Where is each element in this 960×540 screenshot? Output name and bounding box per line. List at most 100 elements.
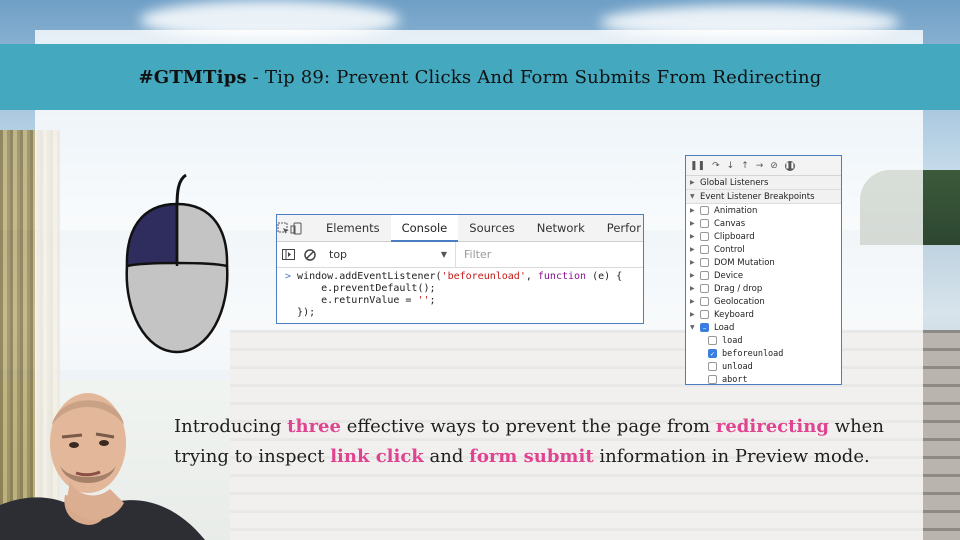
category-item[interactable]: ▶ Control	[686, 243, 841, 256]
code-token: (e) {	[586, 271, 623, 282]
event-checkbox[interactable]	[708, 375, 717, 384]
text-run: Introducing	[174, 416, 288, 437]
category-checkbox[interactable]	[700, 284, 709, 293]
debugger-toolbar: ❚❚ ↷ ↓ ↑ → ⊘ ❚❚	[686, 156, 841, 176]
sidebar-toggle-icon[interactable]	[277, 242, 299, 268]
category-label: Geolocation	[714, 296, 765, 307]
category-label: Canvas	[714, 218, 746, 229]
category-item[interactable]: ▶ Device	[686, 269, 841, 282]
category-label: Control	[714, 244, 745, 255]
code-token: e.returnValue =	[297, 295, 418, 306]
global-listeners-section[interactable]: ▶ Global Listeners	[686, 176, 841, 190]
context-value: top	[329, 248, 348, 261]
code-token: window.addEventListener(	[297, 271, 442, 282]
category-checkbox[interactable]	[700, 219, 709, 228]
expand-arrow-icon: ▶	[690, 246, 695, 253]
text-run: information in Preview mode.	[593, 446, 870, 467]
category-item[interactable]: ▶ Geolocation	[686, 295, 841, 308]
category-checkbox[interactable]	[700, 232, 709, 241]
pause-icon[interactable]: ❚❚	[690, 161, 705, 171]
mouse-body	[125, 261, 229, 354]
tab-performance[interactable]: Perfor	[596, 215, 643, 242]
expand-arrow-icon: ▶	[690, 233, 695, 240]
category-checkbox[interactable]	[700, 245, 709, 254]
category-item[interactable]: ▶ Drag / drop	[686, 282, 841, 295]
console-code: > window.addEventListener('beforeunload'…	[277, 268, 643, 322]
title-banner: #GTMTips - Tip 89: Prevent Clicks And Fo…	[0, 44, 960, 110]
mouse-cable	[175, 173, 187, 208]
dropdown-arrow-icon: ▼	[440, 250, 447, 259]
pause-on-exceptions-icon[interactable]: ❚❚	[784, 160, 795, 171]
clear-console-icon[interactable]	[299, 242, 321, 268]
load-event-item[interactable]: load	[686, 334, 841, 347]
mouse-left-button	[125, 202, 179, 268]
collapse-arrow-icon: ▼	[690, 324, 695, 331]
filter-input[interactable]: Filter	[456, 248, 491, 261]
category-checkbox[interactable]	[700, 206, 709, 215]
device-toggle-icon[interactable]	[290, 215, 303, 242]
load-event-item[interactable]: unload	[686, 360, 841, 373]
title-text: - Tip 89: Prevent Clicks And Form Submit…	[246, 66, 822, 88]
category-item[interactable]: ▶ Animation	[686, 204, 841, 217]
devtools-tabbar: Elements Console Sources Network Perfor	[277, 215, 643, 242]
code-line: });	[297, 307, 316, 318]
mouse-right-button	[175, 202, 229, 268]
category-checkbox[interactable]	[700, 258, 709, 267]
step-icon[interactable]: →	[756, 161, 764, 171]
load-event-item[interactable]: abort	[686, 373, 841, 385]
tab-sources[interactable]: Sources	[458, 215, 526, 242]
code-line: e.preventDefault();	[297, 283, 436, 294]
description-text: Introducing three effective ways to prev…	[174, 412, 914, 472]
collapse-arrow-icon: ▼	[690, 193, 695, 200]
category-checkbox[interactable]	[700, 297, 709, 306]
category-label: Device	[714, 270, 744, 281]
context-selector[interactable]: top ▼	[321, 241, 456, 268]
event-checkbox[interactable]	[708, 362, 717, 371]
category-label: Animation	[714, 205, 758, 216]
category-item[interactable]: ▶ Keyboard	[686, 308, 841, 321]
code-keyword: function	[537, 271, 587, 282]
category-item[interactable]: ▶ Clipboard	[686, 230, 841, 243]
deactivate-breakpoints-icon[interactable]: ⊘	[770, 161, 778, 171]
section-label: Event Listener Breakpoints	[700, 191, 815, 202]
category-label: DOM Mutation	[714, 257, 775, 268]
inspect-element-icon[interactable]	[277, 215, 290, 242]
code-string: 'beforeunload'	[441, 271, 526, 282]
event-label: beforeunload	[722, 348, 784, 359]
category-label: Clipboard	[714, 231, 755, 242]
category-checkbox[interactable]	[700, 310, 709, 319]
event-label: unload	[722, 361, 753, 372]
code-token: ;	[429, 295, 436, 306]
event-listener-breakpoints-section[interactable]: ▼ Event Listener Breakpoints	[686, 190, 841, 204]
breakpoints-panel: ❚❚ ↷ ↓ ↑ → ⊘ ❚❚ ▶ Global Listeners ▼ Eve…	[685, 155, 842, 385]
step-out-icon[interactable]: ↑	[741, 161, 749, 171]
tab-network[interactable]: Network	[526, 215, 596, 242]
highlight-redirecting: redirecting	[715, 416, 829, 437]
partial-checkbox[interactable]: –	[700, 323, 709, 332]
category-label: Drag / drop	[714, 283, 763, 294]
tab-console[interactable]: Console	[390, 215, 459, 242]
text-run: effective ways to prevent the page from	[340, 416, 716, 437]
category-item[interactable]: ▶ Canvas	[686, 217, 841, 230]
event-label: abort	[722, 374, 748, 385]
category-load[interactable]: ▼ – Load	[686, 321, 841, 334]
expand-arrow-icon: ▶	[690, 272, 695, 279]
highlight-three: three	[287, 416, 341, 437]
slide-title: #GTMTips - Tip 89: Prevent Clicks And Fo…	[138, 67, 821, 88]
expand-arrow-icon: ▶	[690, 285, 695, 292]
checked-checkbox[interactable]: ✓	[708, 349, 717, 358]
category-checkbox[interactable]	[700, 271, 709, 280]
expand-arrow-icon: ▶	[690, 220, 695, 227]
tab-elements[interactable]: Elements	[315, 215, 391, 242]
highlight-link-click: link click	[330, 446, 424, 467]
category-item[interactable]: ▶ DOM Mutation	[686, 256, 841, 269]
load-event-item[interactable]: ✓ beforeunload	[686, 347, 841, 360]
console-toolbar: top ▼ Filter	[277, 241, 643, 268]
console-prompt-icon: >	[285, 271, 298, 282]
expand-arrow-icon: ▶	[690, 207, 695, 214]
category-label: Load	[714, 322, 735, 333]
step-over-icon[interactable]: ↷	[712, 161, 720, 171]
step-into-icon[interactable]: ↓	[727, 161, 735, 171]
expand-arrow-icon: ▶	[690, 259, 695, 266]
event-checkbox[interactable]	[708, 336, 717, 345]
